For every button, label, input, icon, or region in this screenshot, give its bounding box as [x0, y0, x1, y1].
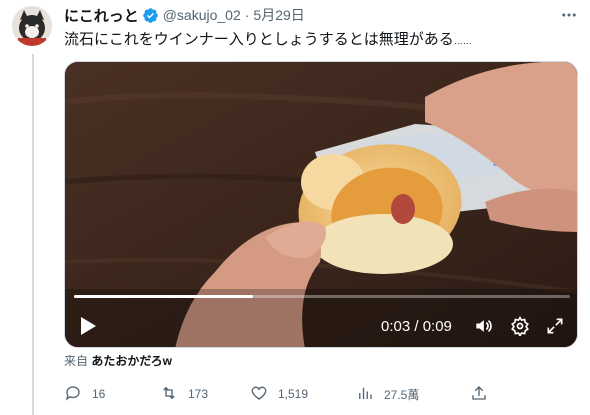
- views-count: 27.5萬: [384, 387, 420, 402]
- via-label: 来自: [64, 354, 89, 368]
- like-icon: [250, 384, 278, 405]
- views-icon: [356, 384, 384, 405]
- retweet-icon: [160, 384, 188, 405]
- via-line: 来自 あたおかだろw: [64, 352, 172, 369]
- action-bar: 16 173 1,519 27.5萬: [64, 384, 494, 404]
- verified-badge-icon: [142, 7, 159, 24]
- avatar[interactable]: [12, 6, 52, 46]
- handle[interactable]: @sakujo_02: [163, 7, 241, 23]
- tweet-body: 流石にこれをウインナー入りとしょうするとは無理がある: [64, 31, 454, 48]
- display-name[interactable]: にこれっと: [64, 5, 139, 26]
- retweet-button[interactable]: 173: [160, 384, 208, 404]
- like-count: 1,519: [278, 387, 309, 401]
- share-icon: [470, 384, 498, 405]
- retweet-count: 173: [188, 387, 209, 401]
- tweet-trailing-dots: ……: [453, 36, 472, 46]
- thread-line: [32, 54, 34, 415]
- reply-count: 16: [92, 387, 106, 401]
- fullscreen-icon[interactable]: [545, 316, 565, 336]
- timestamp[interactable]: 5月29日: [253, 5, 304, 25]
- play-icon[interactable]: [79, 316, 97, 336]
- tweet-header: にこれっと @sakujo_02 · 5月29日: [64, 5, 305, 26]
- views-button[interactable]: 27.5萬: [356, 384, 419, 404]
- more-icon[interactable]: [558, 6, 580, 24]
- reply-icon: [64, 384, 92, 405]
- video-progress-bar[interactable]: [74, 295, 570, 298]
- via-source[interactable]: あたおかだろw: [91, 354, 172, 368]
- video-controls: 0:03 / 0:09: [65, 306, 577, 346]
- video-player[interactable]: 0:03 / 0:09: [64, 61, 578, 348]
- like-button[interactable]: 1,519: [250, 384, 308, 404]
- settings-icon[interactable]: [510, 316, 530, 338]
- video-progress-fill: [74, 295, 253, 298]
- separator-dot: ·: [244, 7, 250, 23]
- tweet-text: 流石にこれをウインナー入りとしょうするとは無理がある……: [64, 30, 472, 51]
- volume-icon[interactable]: [473, 316, 493, 336]
- avatar-image: [12, 6, 52, 46]
- reply-button[interactable]: 16: [64, 384, 105, 404]
- share-button[interactable]: [470, 384, 498, 404]
- video-time: 0:03 / 0:09: [381, 318, 452, 335]
